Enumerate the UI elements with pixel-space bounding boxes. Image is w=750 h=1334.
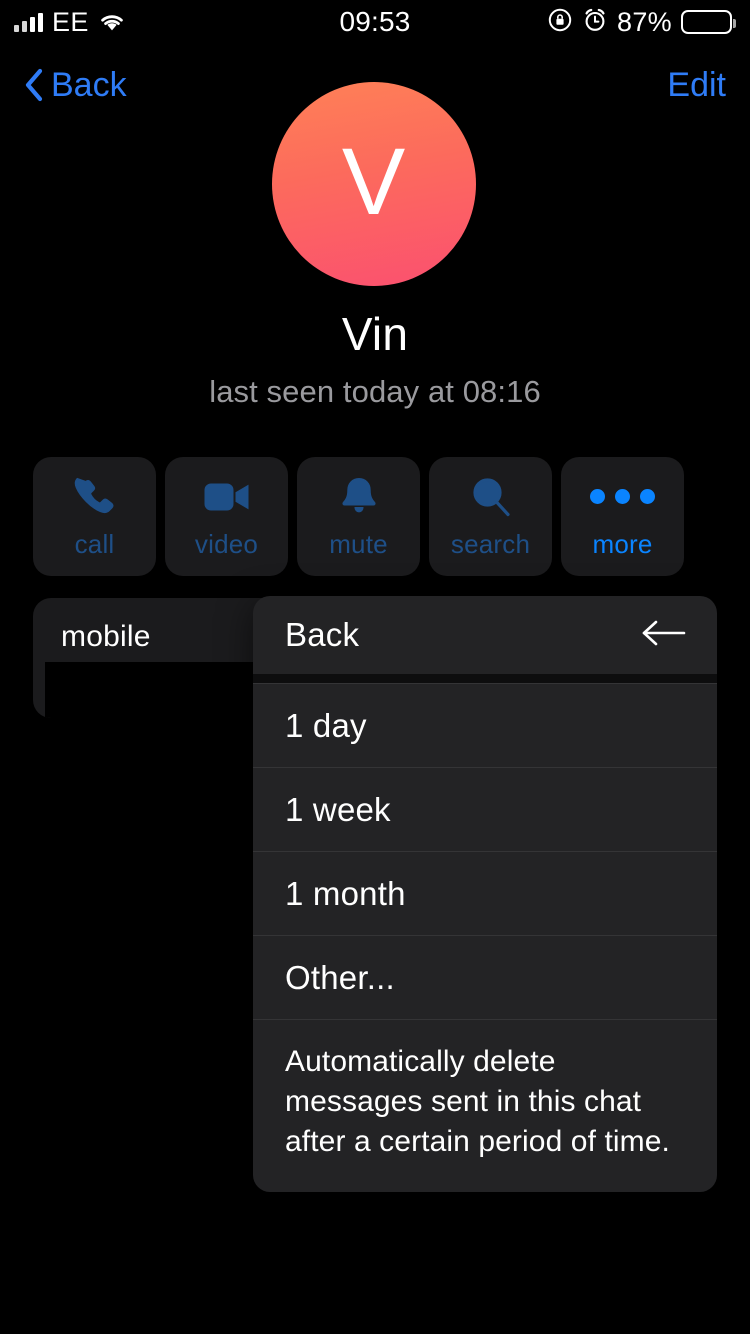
menu-back-label: Back: [285, 616, 360, 653]
mute-button[interactable]: mute: [297, 457, 420, 576]
battery-icon: [681, 10, 736, 34]
edit-button[interactable]: Edit: [667, 66, 726, 105]
menu-item-1-week[interactable]: 1 week: [253, 767, 717, 851]
status-bar-left: EE: [14, 7, 126, 38]
mute-button-label: mute: [329, 528, 388, 559]
signal-bars-icon: [14, 12, 43, 32]
video-icon: [204, 474, 250, 520]
call-button[interactable]: call: [33, 457, 156, 576]
status-bar-right: 87%: [547, 6, 736, 38]
back-button-label: Back: [51, 65, 127, 104]
menu-item-1-month[interactable]: 1 month: [253, 851, 717, 935]
chevron-left-icon: [24, 68, 44, 102]
arrow-left-icon: [641, 618, 687, 653]
rotation-lock-icon: [547, 7, 573, 38]
ellipsis-icon: [590, 474, 655, 520]
battery-percent-label: 87%: [617, 6, 672, 37]
back-button[interactable]: Back: [24, 66, 127, 105]
more-button[interactable]: more: [561, 457, 684, 576]
search-button[interactable]: search: [429, 457, 552, 576]
menu-item-other[interactable]: Other...: [253, 935, 717, 1019]
bell-icon: [339, 474, 379, 520]
status-bar: EE 09:53 87%: [0, 0, 750, 44]
carrier-label: EE: [52, 6, 89, 37]
auto-delete-context-menu: Back 1 day 1 week 1 month Other... Autom…: [253, 596, 717, 1192]
phone-icon: [73, 474, 117, 520]
profile-status-label: last seen today at 08:16: [209, 374, 541, 409]
more-button-label: more: [592, 528, 653, 559]
menu-item-1-day[interactable]: 1 day: [253, 683, 717, 767]
call-button-label: call: [74, 528, 115, 559]
wifi-icon: [98, 12, 126, 32]
menu-back-item[interactable]: Back: [253, 596, 717, 674]
alarm-icon: [582, 7, 608, 38]
search-icon: [470, 474, 512, 520]
video-button-label: video: [194, 528, 259, 559]
action-buttons-row: call video mute search more: [33, 457, 717, 576]
menu-footer-description: Automatically delete messages sent in th…: [253, 1019, 717, 1192]
menu-separator: [253, 674, 717, 683]
page-title: Vin: [341, 308, 409, 360]
search-button-label: search: [450, 528, 531, 559]
video-button[interactable]: video: [165, 457, 288, 576]
avatar-initial: V: [341, 128, 407, 235]
navigation-bar: Back Edit: [0, 56, 750, 114]
